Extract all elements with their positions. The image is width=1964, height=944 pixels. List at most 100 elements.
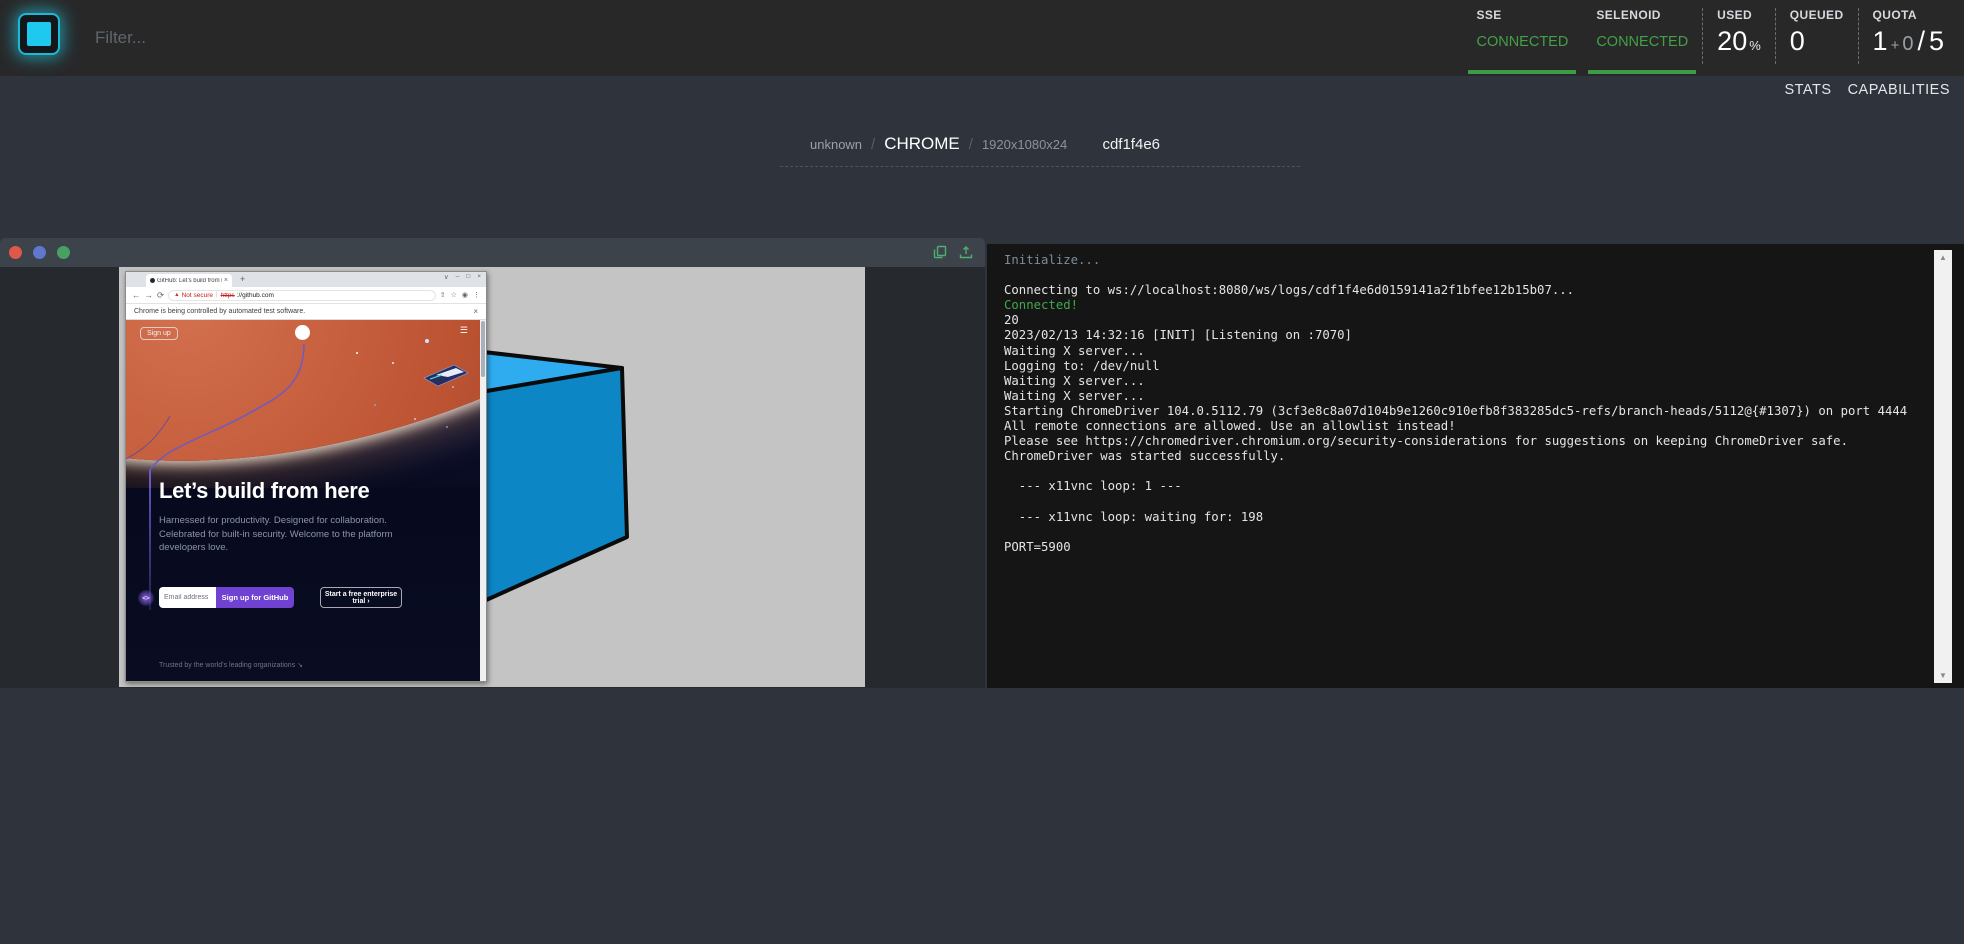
used-suffix: % [1749, 38, 1761, 53]
tab-close-icon: × [224, 277, 228, 284]
address-bar: ▲ Not secure | https ://github.com [168, 290, 436, 301]
github-hero: Sign up ☰ [126, 320, 480, 488]
chrome-window-controls: ∨ – □ × [444, 273, 481, 281]
session-browser: CHROME [884, 134, 960, 154]
new-tab-icon: + [240, 274, 245, 284]
github-signup-form: Sign up for GitHub Start a free enterpri… [159, 587, 402, 608]
session-resolution: 1920x1080x24 [982, 137, 1067, 152]
log-line: Waiting X server... [1004, 344, 1920, 359]
top-bar: SSE CONNECTED SELENOID CONNECTED USED 20… [0, 0, 1964, 76]
tab-search-icon: ∨ [444, 273, 449, 281]
scroll-down-icon[interactable]: ▼ [1934, 671, 1952, 680]
infobar-close-icon: × [473, 307, 478, 316]
log-line: Connecting to ws://localhost:8080/ws/log… [1004, 283, 1920, 298]
log-line: Initialize... [1004, 253, 1920, 268]
log-line: --- x11vnc loop: waiting for: 198 [1004, 510, 1920, 525]
log-line: Logging to: /dev/null [1004, 359, 1920, 374]
quota-stat: QUOTA 1+0/5 [1859, 0, 1958, 76]
chrome-tab: GitHub: Let’s build from he.. × [146, 274, 232, 287]
github-email-field [159, 587, 216, 608]
queued-stat: QUEUED 0 [1776, 0, 1858, 76]
vnc-content: GitHub: Let’s build from he.. × + ∨ – □ … [0, 267, 985, 688]
log-line: All remote connections are allowed. Use … [1004, 419, 1920, 434]
github-signup-cta: Sign up for GitHub [216, 587, 294, 608]
sse-label: SSE [1476, 8, 1568, 22]
github-trial-button: Start a free enterprise trial › [320, 587, 402, 608]
page-scrollbar [480, 320, 486, 681]
menu-dots-icon: ⋮ [473, 291, 480, 299]
filter-input[interactable] [95, 0, 415, 76]
minimize-light-icon[interactable] [33, 246, 46, 259]
log-line [1004, 464, 1920, 479]
log-line: Waiting X server... [1004, 389, 1920, 404]
window-minimize-icon: – [456, 273, 460, 281]
page-scrollbar-thumb [481, 321, 485, 377]
selenoid-label: SELENOID [1596, 8, 1688, 22]
vnc-remote-screen[interactable]: GitHub: Let’s build from he.. × + ∨ – □ … [119, 267, 865, 687]
quota-slash: / [1917, 26, 1925, 56]
log-line [1004, 268, 1920, 283]
hamburger-menu-icon: ☰ [460, 325, 468, 336]
quota-label: QUOTA [1873, 8, 1944, 22]
vnc-titlebar [0, 238, 985, 267]
cube-front-face [475, 368, 627, 605]
github-page: Sign up ☰ Let’s build from here Harnesse… [126, 320, 480, 681]
purple-line-decoration [149, 470, 151, 610]
bookmark-star-icon: ☆ [451, 291, 457, 299]
status-bar: SSE CONNECTED SELENOID CONNECTED USED 20… [1462, 0, 1958, 76]
window-close-icon: × [477, 273, 481, 281]
selenoid-ui-root: { "topbar": { "filter_placeholder": "Fil… [0, 0, 1964, 944]
clipboard-icon[interactable] [933, 245, 947, 259]
tab-stats[interactable]: STATS [1784, 82, 1831, 98]
back-icon: ← [132, 290, 141, 300]
session-row[interactable]: unknown / CHROME / 1920x1080x24 cdf1f4e6 [780, 134, 1300, 167]
log-lines: Initialize... Connecting to ws://localho… [1004, 253, 1920, 555]
log-line [1004, 495, 1920, 510]
log-line: Waiting X server... [1004, 374, 1920, 389]
github-favicon [150, 278, 155, 283]
scroll-up-icon[interactable]: ▲ [1934, 253, 1952, 262]
log-scrollbar[interactable]: ▲ ▼ [1934, 250, 1952, 683]
log-line: Please see https://chromedriver.chromium… [1004, 434, 1920, 449]
spaceship-graphic [422, 362, 470, 390]
sse-value: CONNECTED [1476, 34, 1568, 50]
not-secure-label: Not secure [182, 292, 213, 299]
expand-light-icon[interactable] [57, 246, 70, 259]
used-label: USED [1717, 8, 1761, 22]
selenoid-logo[interactable] [18, 13, 60, 55]
used-stat: USED 20% [1703, 0, 1775, 76]
log-line: 20 [1004, 313, 1920, 328]
log-line: PORT=5900 [1004, 540, 1920, 555]
queued-label: QUEUED [1790, 8, 1844, 22]
quota-queued: 0 [1902, 33, 1913, 55]
github-trusted-text: Trusted by the world’s leading organizat… [159, 661, 303, 669]
chrome-tabstrip: GitHub: Let’s build from he.. × + ∨ – □ … [126, 272, 486, 287]
close-light-icon[interactable] [9, 246, 22, 259]
log-line: Starting ChromeDriver 104.0.5112.79 (3cf… [1004, 404, 1920, 419]
session-divider: / [969, 136, 973, 153]
github-signup-button: Sign up [140, 327, 178, 340]
window-maximize-icon: □ [466, 273, 470, 281]
log-line: Connected! [1004, 298, 1920, 313]
upload-icon[interactable] [959, 245, 973, 259]
selenoid-status: SELENOID CONNECTED [1582, 0, 1702, 76]
reload-icon: ⟳ [157, 290, 164, 301]
log-line [1004, 525, 1920, 540]
url-host: ://github.com [237, 292, 274, 299]
used-value: 20 [1717, 26, 1747, 56]
session-log-panel: Initialize... Connecting to ws://localho… [987, 244, 1964, 688]
log-line: 2023/02/13 14:32:16 [INIT] [Listening on… [1004, 328, 1920, 343]
tab-capabilities[interactable]: CAPABILITIES [1848, 82, 1950, 98]
automation-infobar: Chrome is being controlled by automated … [126, 304, 486, 320]
quota-total: 5 [1929, 26, 1944, 56]
code-icon: <> [138, 590, 154, 606]
purple-curve-decoration [126, 320, 480, 488]
session-name: unknown [810, 137, 862, 152]
view-tabs: STATS CAPABILITIES [1784, 82, 1950, 98]
queued-value: 0 [1790, 26, 1805, 56]
share-icon: ⇧ [440, 291, 446, 299]
log-line: ChromeDriver was started successfully. [1004, 449, 1920, 464]
sse-status: SSE CONNECTED [1462, 0, 1582, 76]
quota-plus: + [1891, 37, 1900, 54]
warning-icon: ▲ [174, 292, 179, 298]
